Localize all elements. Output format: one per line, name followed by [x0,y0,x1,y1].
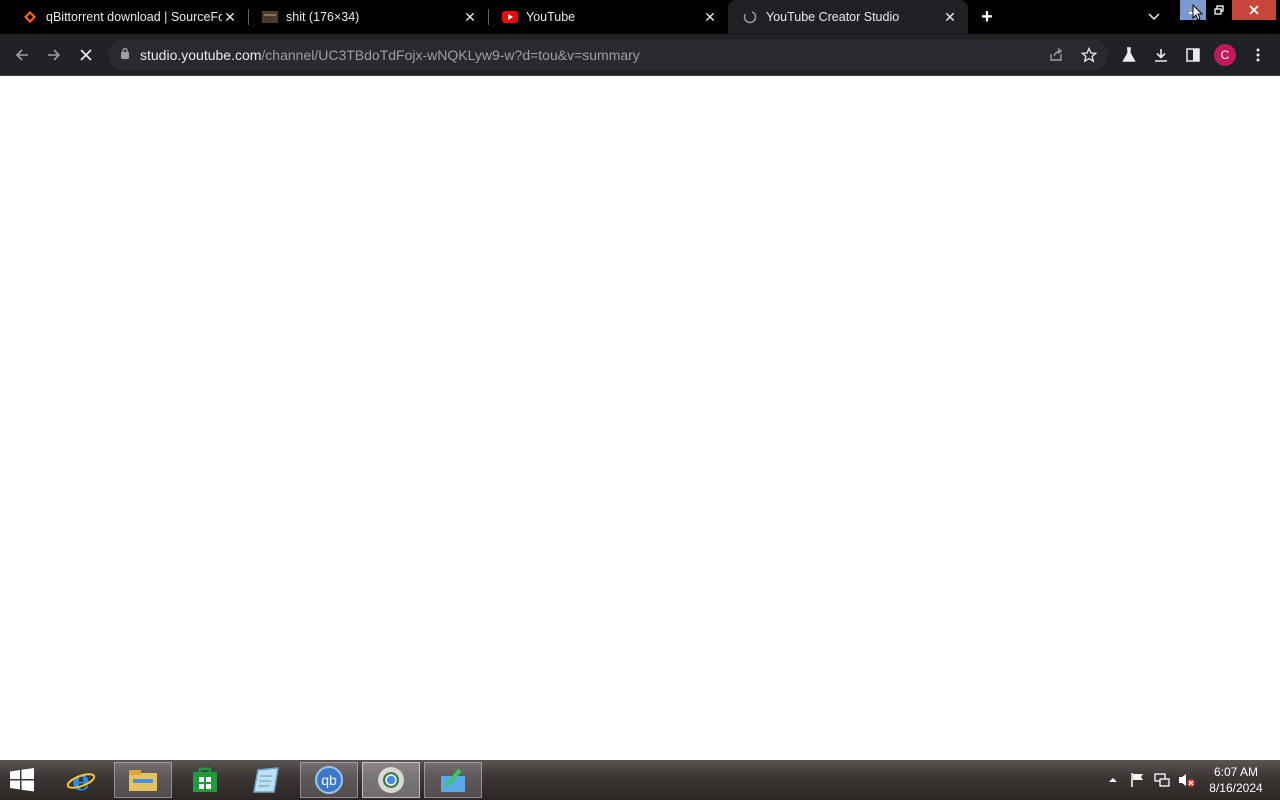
windows-logo-icon [10,768,34,792]
paint-icon[interactable] [424,762,482,798]
sourceforge-icon [22,9,38,25]
close-tab-icon[interactable]: ✕ [942,9,958,25]
download-icon[interactable] [1147,41,1175,69]
labs-flask-icon[interactable] [1115,41,1143,69]
show-hidden-icons-button[interactable] [1108,760,1118,800]
tab-qbittorrent[interactable]: qBittorrent download | SourceFo ✕ [8,0,248,34]
youtube-icon [502,9,518,25]
url-domain: studio.youtube.com [140,47,262,63]
share-icon[interactable] [1048,47,1064,68]
new-tab-button[interactable]: + [974,5,1000,29]
loading-globe-icon [742,9,758,25]
close-tab-icon[interactable]: ✕ [702,9,718,25]
clock-date: 8/16/2024 [1209,781,1263,795]
more-menu-icon[interactable] [1244,41,1272,69]
internet-explorer-icon[interactable]: e [52,762,110,798]
tab-image[interactable]: shit (176×34) ✕ [248,0,488,34]
tab-strip: qBittorrent download | SourceFo ✕ shit (… [0,0,1280,34]
start-button[interactable] [2,762,42,798]
close-tab-icon[interactable]: ✕ [222,9,238,25]
windows-store-icon[interactable] [176,762,234,798]
tab-title: shit (176×34) [286,10,360,24]
url-path: /channel/UC3TBdoTdFojx-wNQKLyw9-w?d=tou&… [261,47,640,63]
page-content [0,76,1280,760]
tab-title: YouTube Creator Studio [766,10,900,24]
tab-youtube[interactable]: YouTube ✕ [488,0,728,34]
back-button[interactable] [8,41,36,69]
close-window-button[interactable] [1232,0,1276,20]
tab-title: qBittorrent download | SourceFo [46,10,222,24]
browser-toolbar: studio.youtube.com/channel/UC3TBdoTdFojx… [0,34,1280,76]
stop-loading-button[interactable] [72,41,100,69]
image-thumbnail-icon [262,9,278,25]
svg-text:qb: qb [321,772,337,788]
profile-avatar[interactable]: C [1214,44,1236,66]
mouse-cursor-icon [1192,3,1204,27]
lock-icon[interactable] [120,46,130,64]
restore-button[interactable] [1206,0,1232,20]
system-clock[interactable]: 6:07 AM 8/16/2024 [1200,764,1272,796]
tab-youtube-studio[interactable]: YouTube Creator Studio ✕ [728,0,968,34]
windows-taskbar: e qb 6:07 AM 8/16/2024 [0,760,1280,800]
address-bar[interactable]: studio.youtube.com/channel/UC3TBdoTdFojx… [108,39,1108,71]
action-center-flag-icon[interactable] [1130,760,1146,800]
forward-button[interactable] [40,41,68,69]
url-text: studio.youtube.com/channel/UC3TBdoTdFojx… [140,47,640,63]
clock-time: 6:07 AM [1213,765,1259,779]
close-tab-icon[interactable]: ✕ [462,9,478,25]
chevron-down-icon[interactable] [1144,7,1164,27]
svg-text:e: e [72,765,90,795]
volume-muted-icon[interactable] [1178,760,1196,800]
chrome-icon[interactable] [362,762,420,798]
tab-title: YouTube [526,10,576,24]
side-panel-icon[interactable] [1179,41,1207,69]
file-explorer-icon[interactable] [114,762,172,798]
network-icon[interactable] [1154,760,1170,800]
notepad-icon[interactable] [238,762,296,798]
qbittorrent-icon[interactable]: qb [300,762,358,798]
bookmark-star-icon[interactable] [1080,46,1098,68]
